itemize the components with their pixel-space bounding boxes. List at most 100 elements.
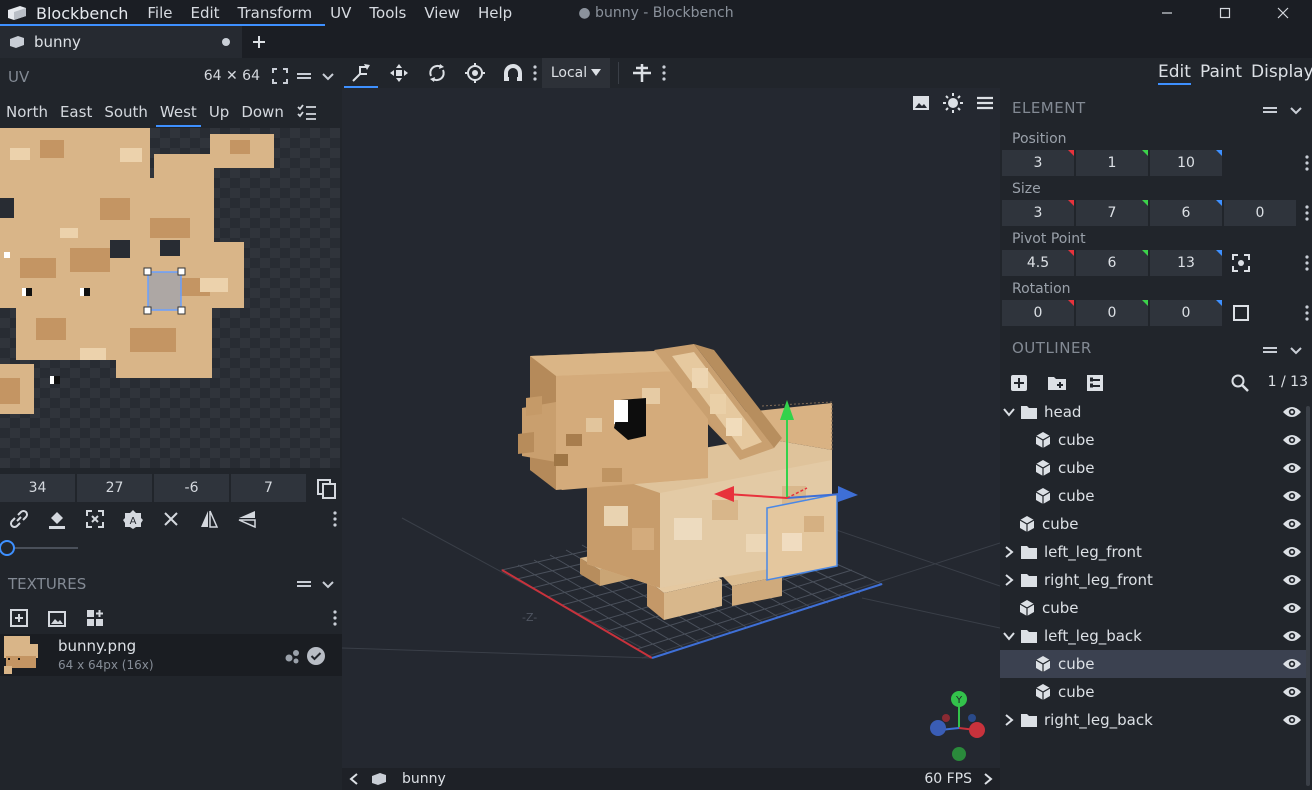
face-tab-west[interactable]: West (154, 99, 203, 127)
menu-edit[interactable]: Edit (181, 0, 228, 26)
size-x-input[interactable]: 3 (1002, 200, 1074, 226)
menu-file[interactable]: File (138, 0, 181, 26)
menu-tools[interactable]: Tools (360, 0, 415, 26)
close-window-button[interactable] (1254, 0, 1312, 26)
more-options-icon[interactable] (332, 608, 338, 628)
move-tool-button[interactable] (342, 58, 380, 88)
chevron-down-icon[interactable] (318, 66, 338, 86)
visibility-eye-icon[interactable] (1282, 460, 1302, 476)
search-icon[interactable] (1230, 373, 1250, 393)
rotation-y-input[interactable]: 0 (1076, 300, 1148, 326)
collapse-all-button[interactable] (1076, 368, 1114, 398)
chevron-down-icon[interactable] (1002, 405, 1016, 419)
outliner-group-row[interactable]: right_leg_back (1000, 706, 1306, 734)
orientation-gizmo[interactable]: Y (930, 691, 985, 761)
visibility-eye-icon[interactable] (1282, 628, 1302, 644)
new-tab-button[interactable] (248, 30, 270, 54)
outliner-cube-row[interactable]: cube (1000, 510, 1306, 538)
vertex-snap-button[interactable] (494, 58, 532, 88)
menu-transform[interactable]: Transform (229, 0, 322, 26)
maximize-button[interactable] (1196, 0, 1254, 26)
outliner-group-row[interactable]: right_leg_front (1000, 566, 1306, 594)
uv-mirror-y-button[interactable] (228, 504, 266, 534)
panel-menu-icon[interactable] (1260, 100, 1280, 120)
visibility-eye-icon[interactable] (1282, 432, 1302, 448)
uv-auto-button[interactable]: A (114, 504, 152, 534)
chevron-right-icon[interactable] (1002, 713, 1016, 727)
chevron-left-icon[interactable] (348, 772, 360, 786)
uv-fill-button[interactable] (38, 504, 76, 534)
import-texture-button[interactable] (0, 603, 38, 633)
uv-maximize-button[interactable] (76, 504, 114, 534)
position-y-input[interactable]: 1 (1076, 150, 1148, 176)
panel-menu-icon[interactable] (294, 574, 314, 594)
chevron-right-icon[interactable] (1002, 545, 1016, 559)
texture-list-item[interactable]: bunny.png 64 x 64px (16x) (0, 634, 342, 676)
panel-menu-icon[interactable] (294, 66, 314, 86)
more-options-icon[interactable] (1304, 200, 1310, 226)
project-tab[interactable]: bunny (0, 26, 242, 58)
pivot-y-input[interactable]: 6 (1076, 250, 1148, 276)
more-options-icon[interactable] (1304, 150, 1310, 176)
visibility-eye-icon[interactable] (1282, 712, 1302, 728)
unsaved-dot-icon[interactable] (222, 38, 230, 46)
inflate-input[interactable]: 0 (1224, 200, 1296, 226)
chevron-down-icon[interactable] (1286, 340, 1306, 360)
menu-help[interactable]: Help (469, 0, 521, 26)
mode-tab-display[interactable]: Display (1251, 62, 1312, 82)
outliner-scrollbar[interactable] (1306, 406, 1310, 786)
rotate-tool-button[interactable] (418, 58, 456, 88)
panel-menu-icon[interactable] (1260, 340, 1280, 360)
more-options-icon[interactable] (532, 63, 538, 83)
menu-uv[interactable]: UV (321, 0, 360, 26)
uv-input-y[interactable]: 27 (77, 474, 152, 502)
outliner-group-row[interactable]: left_leg_back (1000, 622, 1306, 650)
center-pivot-button[interactable] (1224, 250, 1258, 276)
texture-atlas-button[interactable] (76, 603, 114, 633)
create-texture-button[interactable] (38, 603, 76, 633)
menu-icon[interactable] (974, 92, 996, 114)
outliner-cube-row[interactable]: cube (1000, 454, 1306, 482)
background-image-icon[interactable] (910, 92, 932, 114)
more-options-icon[interactable] (1304, 300, 1310, 326)
add-cube-button[interactable] (1000, 368, 1038, 398)
uv-link-button[interactable] (0, 504, 38, 534)
outliner-cube-row[interactable]: cube (1000, 594, 1306, 622)
visibility-eye-icon[interactable] (1282, 684, 1302, 700)
outliner-group-row[interactable]: left_leg_front (1000, 538, 1306, 566)
checklist-icon[interactable] (296, 102, 318, 122)
face-tab-east[interactable]: East (54, 99, 98, 125)
outliner-group-row[interactable]: head (1000, 398, 1306, 426)
uv-clear-button[interactable] (152, 504, 190, 534)
visibility-eye-icon[interactable] (1282, 544, 1302, 560)
position-z-input[interactable]: 10 (1150, 150, 1222, 176)
pivot-x-input[interactable]: 4.5 (1002, 250, 1074, 276)
size-y-input[interactable]: 7 (1076, 200, 1148, 226)
more-options-icon[interactable] (332, 509, 338, 529)
3d-viewport[interactable]: -Z- Y (342, 88, 1000, 768)
face-tab-south[interactable]: South (98, 99, 154, 125)
chevron-right-icon[interactable] (1002, 573, 1016, 587)
uv-editor-canvas[interactable] (0, 128, 340, 468)
outliner-cube-row[interactable]: cube (1000, 426, 1306, 454)
add-group-button[interactable] (1038, 368, 1076, 398)
pivot-z-input[interactable]: 13 (1150, 250, 1222, 276)
rescale-checkbox[interactable] (1224, 300, 1258, 326)
visibility-eye-icon[interactable] (1282, 600, 1302, 616)
uv-zoom-slider[interactable] (0, 538, 80, 558)
visibility-eye-icon[interactable] (1282, 516, 1302, 532)
face-tab-up[interactable]: Up (203, 99, 236, 125)
position-x-input[interactable]: 3 (1002, 150, 1074, 176)
visibility-eye-icon[interactable] (1282, 488, 1302, 504)
size-z-input[interactable]: 6 (1150, 200, 1222, 226)
mirror-modeling-button[interactable] (627, 58, 657, 88)
fullscreen-icon[interactable] (270, 66, 290, 86)
uv-input-x[interactable]: 34 (0, 474, 75, 502)
visibility-eye-icon[interactable] (1282, 572, 1302, 588)
more-options-icon[interactable] (661, 63, 667, 83)
copy-icon[interactable] (314, 474, 340, 502)
mode-tab-paint[interactable]: Paint (1200, 62, 1242, 82)
face-tab-north[interactable]: North (0, 99, 54, 125)
chevron-down-icon[interactable] (1286, 100, 1306, 120)
mode-tab-edit[interactable]: Edit (1158, 62, 1191, 85)
